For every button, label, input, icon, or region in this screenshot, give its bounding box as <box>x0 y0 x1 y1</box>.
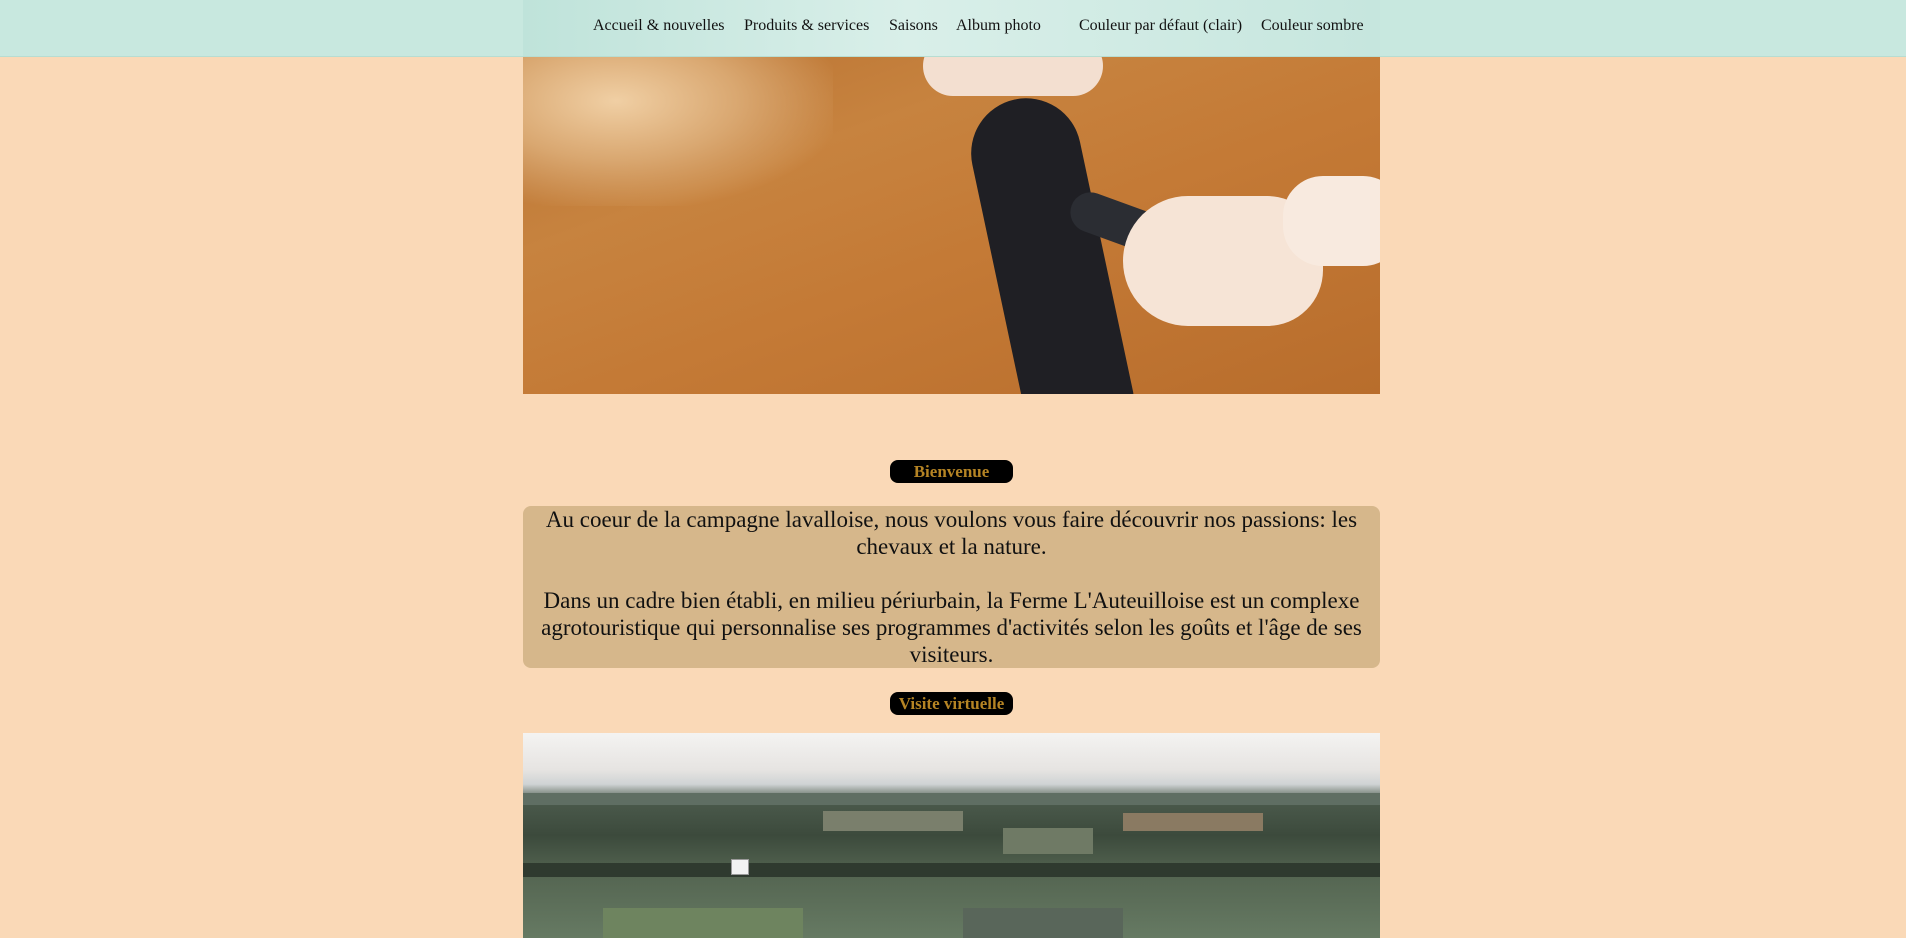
field-patch <box>823 811 963 831</box>
welcome-paragraph-1: Au coeur de la campagne lavalloise, nous… <box>545 507 1358 559</box>
field-patch <box>1003 828 1093 854</box>
field-patch <box>603 908 803 938</box>
field-patch <box>963 908 1123 938</box>
nav-link-saisons[interactable]: Saisons <box>889 17 938 35</box>
hand-fingers <box>923 56 1103 96</box>
welcome-box: Au coeur de la campagne lavalloise, nous… <box>523 506 1380 668</box>
hero-image <box>523 56 1380 394</box>
top-navigation-bar <box>0 0 1906 57</box>
tree-row <box>523 863 1380 877</box>
horizon-treeline <box>523 793 1380 805</box>
arm <box>1283 176 1380 266</box>
nav-link-theme-sombre[interactable]: Couleur sombre <box>1261 17 1364 35</box>
field-patch <box>1123 813 1263 831</box>
nav-link-theme-clair[interactable]: Couleur par défaut (clair) <box>1079 17 1242 35</box>
grooming-strap <box>960 88 1136 394</box>
nav-link-produits[interactable]: Produits & services <box>744 17 869 35</box>
virtual-tour-image[interactable] <box>523 733 1380 938</box>
welcome-title: Bienvenue <box>890 460 1013 483</box>
horse-mane <box>523 56 833 206</box>
camera-icon[interactable] <box>731 859 749 875</box>
nav-link-album[interactable]: Album photo <box>956 17 1041 35</box>
welcome-paragraph-2: Dans un cadre bien établi, en milieu pér… <box>541 588 1362 667</box>
virtual-tour-title: Visite virtuelle <box>890 692 1013 715</box>
nav-link-accueil[interactable]: Accueil & nouvelles <box>593 17 725 35</box>
